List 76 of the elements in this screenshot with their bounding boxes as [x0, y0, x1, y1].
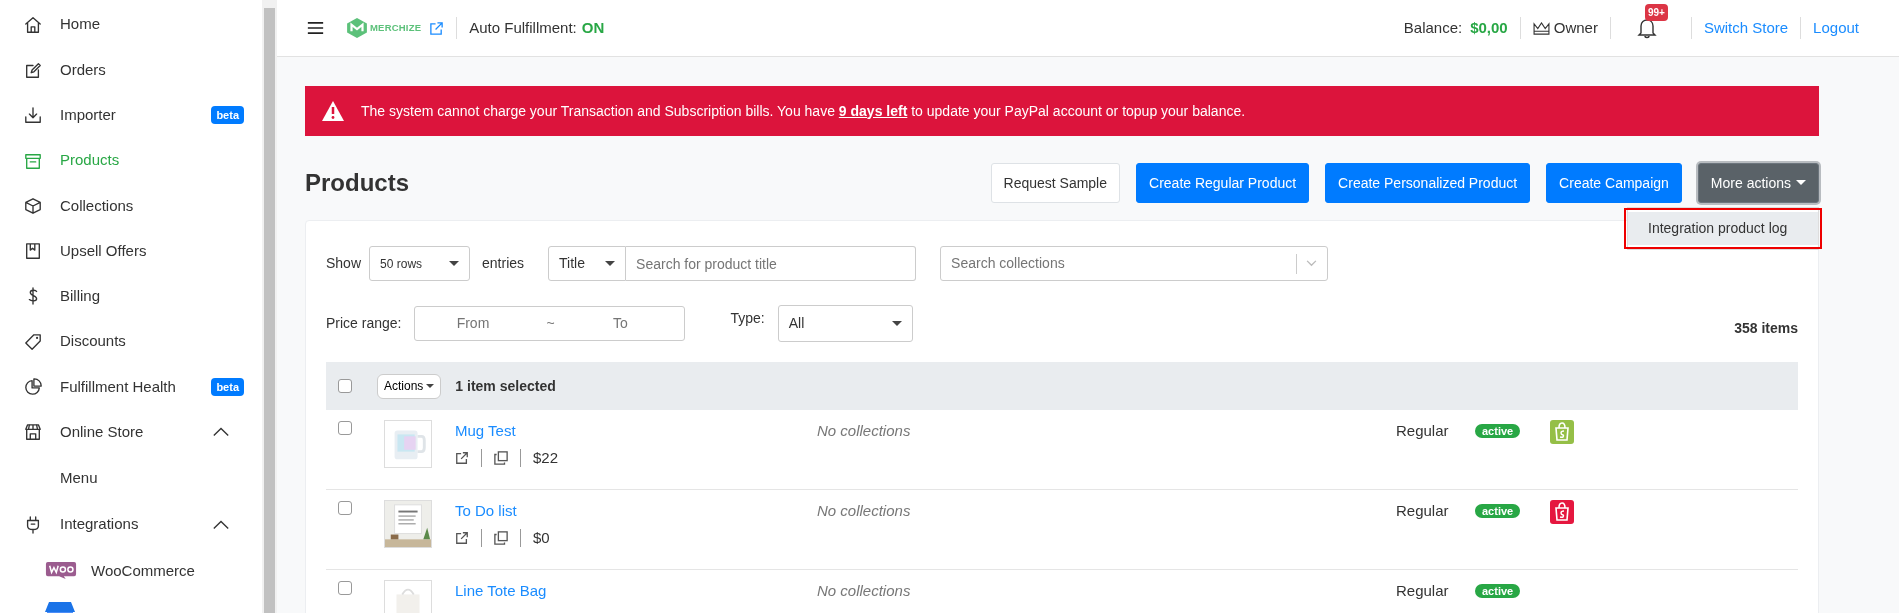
action-button[interactable]: Request Sample [990, 163, 1121, 203]
alert-message: The system cannot charge your Transaction and Subscription bills. You have 9 days left to update your PayPal account or topup your balance. [361, 101, 1246, 121]
product-collections: No collections [817, 582, 911, 599]
notification-count: 99+ [1644, 3, 1668, 21]
row-checkbox[interactable] [338, 501, 352, 515]
bookmark-icon [24, 242, 42, 261]
plug-icon [24, 515, 42, 534]
sidebar-item[interactable]: Collections [0, 183, 262, 229]
item-count: 358 items [1734, 319, 1798, 338]
warning-icon [321, 100, 345, 122]
product-type: Regular [1396, 582, 1449, 599]
action-button[interactable]: Create Campaign [1546, 163, 1682, 203]
row-checkbox[interactable] [338, 581, 352, 595]
select-all-checkbox[interactable] [338, 379, 352, 393]
storefront-icon [24, 423, 42, 442]
status-badge: active [1475, 584, 1521, 598]
auto-fulfillment-label: Auto Fulfillment: [469, 17, 577, 38]
action-button[interactable]: Create Regular Product [1136, 163, 1310, 203]
scrollbar-thumb[interactable] [264, 8, 275, 613]
edit-icon [24, 60, 42, 79]
duplicate-icon[interactable] [494, 530, 508, 545]
collections-select[interactable]: Search collections [940, 246, 1329, 281]
more-actions-button[interactable]: More actions [1697, 163, 1819, 203]
type-select[interactable]: All [777, 305, 913, 342]
sidebar-subitem[interactable]: Menu [0, 454, 262, 502]
search-field[interactable]: Search for product title [626, 246, 917, 281]
external-link-icon[interactable] [429, 20, 445, 36]
sidebar-item[interactable]: Integrations [0, 501, 262, 548]
sidebar-item[interactable]: Fulfillment Health beta [0, 364, 262, 410]
menu-icon[interactable] [307, 21, 324, 35]
search-field-select[interactable]: Title [548, 246, 627, 281]
speech-bubble-logo-icon [45, 561, 77, 581]
action-button[interactable]: Create Personalized Product [1325, 163, 1531, 203]
auto-fulfillment-status: ON [581, 17, 605, 38]
sidebar-item[interactable]: Online Store [0, 409, 262, 455]
entries-label: entries [482, 254, 525, 273]
pie-chart-icon [24, 378, 42, 396]
type-label: Type: [730, 309, 765, 328]
status-badge: active [1475, 504, 1521, 518]
product-collections: No collections [817, 502, 911, 519]
actions-button[interactable]: Actions [377, 373, 442, 399]
sidebar-item[interactable]: Billing [0, 273, 262, 320]
price-range-field[interactable]: From ~ To [414, 306, 686, 341]
status-badge: active [1475, 424, 1521, 438]
product-type: Regular [1396, 422, 1449, 439]
sidebar-subitem[interactable]: WooCommerce [0, 547, 262, 595]
download-icon [24, 106, 42, 125]
page-title: Products [305, 168, 410, 198]
notification-bell-icon[interactable] [1636, 17, 1657, 40]
product-type: Regular [1396, 502, 1449, 519]
archive-box-icon [24, 151, 42, 170]
home-icon [24, 15, 42, 34]
rows-select[interactable]: 50 rows [369, 246, 471, 281]
selection-count: 1 item selected [455, 376, 556, 396]
tag-icon [24, 332, 42, 351]
sidebar-item[interactable]: Discounts [0, 319, 262, 365]
product-price: $0 [533, 527, 550, 548]
duplicate-icon[interactable] [494, 450, 508, 465]
crown-icon [1532, 21, 1550, 35]
sidebar-item[interactable]: Orders [0, 47, 262, 93]
row-checkbox[interactable] [338, 421, 352, 435]
beta-badge: beta [211, 377, 244, 397]
balance-label: Balance: [1403, 17, 1463, 38]
price-range-label: Price range: [326, 314, 402, 333]
sidebar-item[interactable]: Importer beta [0, 92, 262, 138]
sidebar-item[interactable]: Home [0, 2, 262, 48]
product-collections: No collections [817, 422, 911, 439]
external-link-icon[interactable] [455, 450, 469, 465]
cube-icon [24, 196, 42, 215]
sidebar-item[interactable]: Upsell Offers [0, 228, 262, 274]
show-label: Show [326, 254, 362, 273]
user-role: Owner [1553, 17, 1598, 38]
external-link-icon[interactable] [455, 530, 469, 545]
product-price: $22 [533, 447, 559, 468]
balance-amount: $0,00 [1470, 17, 1508, 38]
beta-badge: beta [211, 106, 244, 125]
